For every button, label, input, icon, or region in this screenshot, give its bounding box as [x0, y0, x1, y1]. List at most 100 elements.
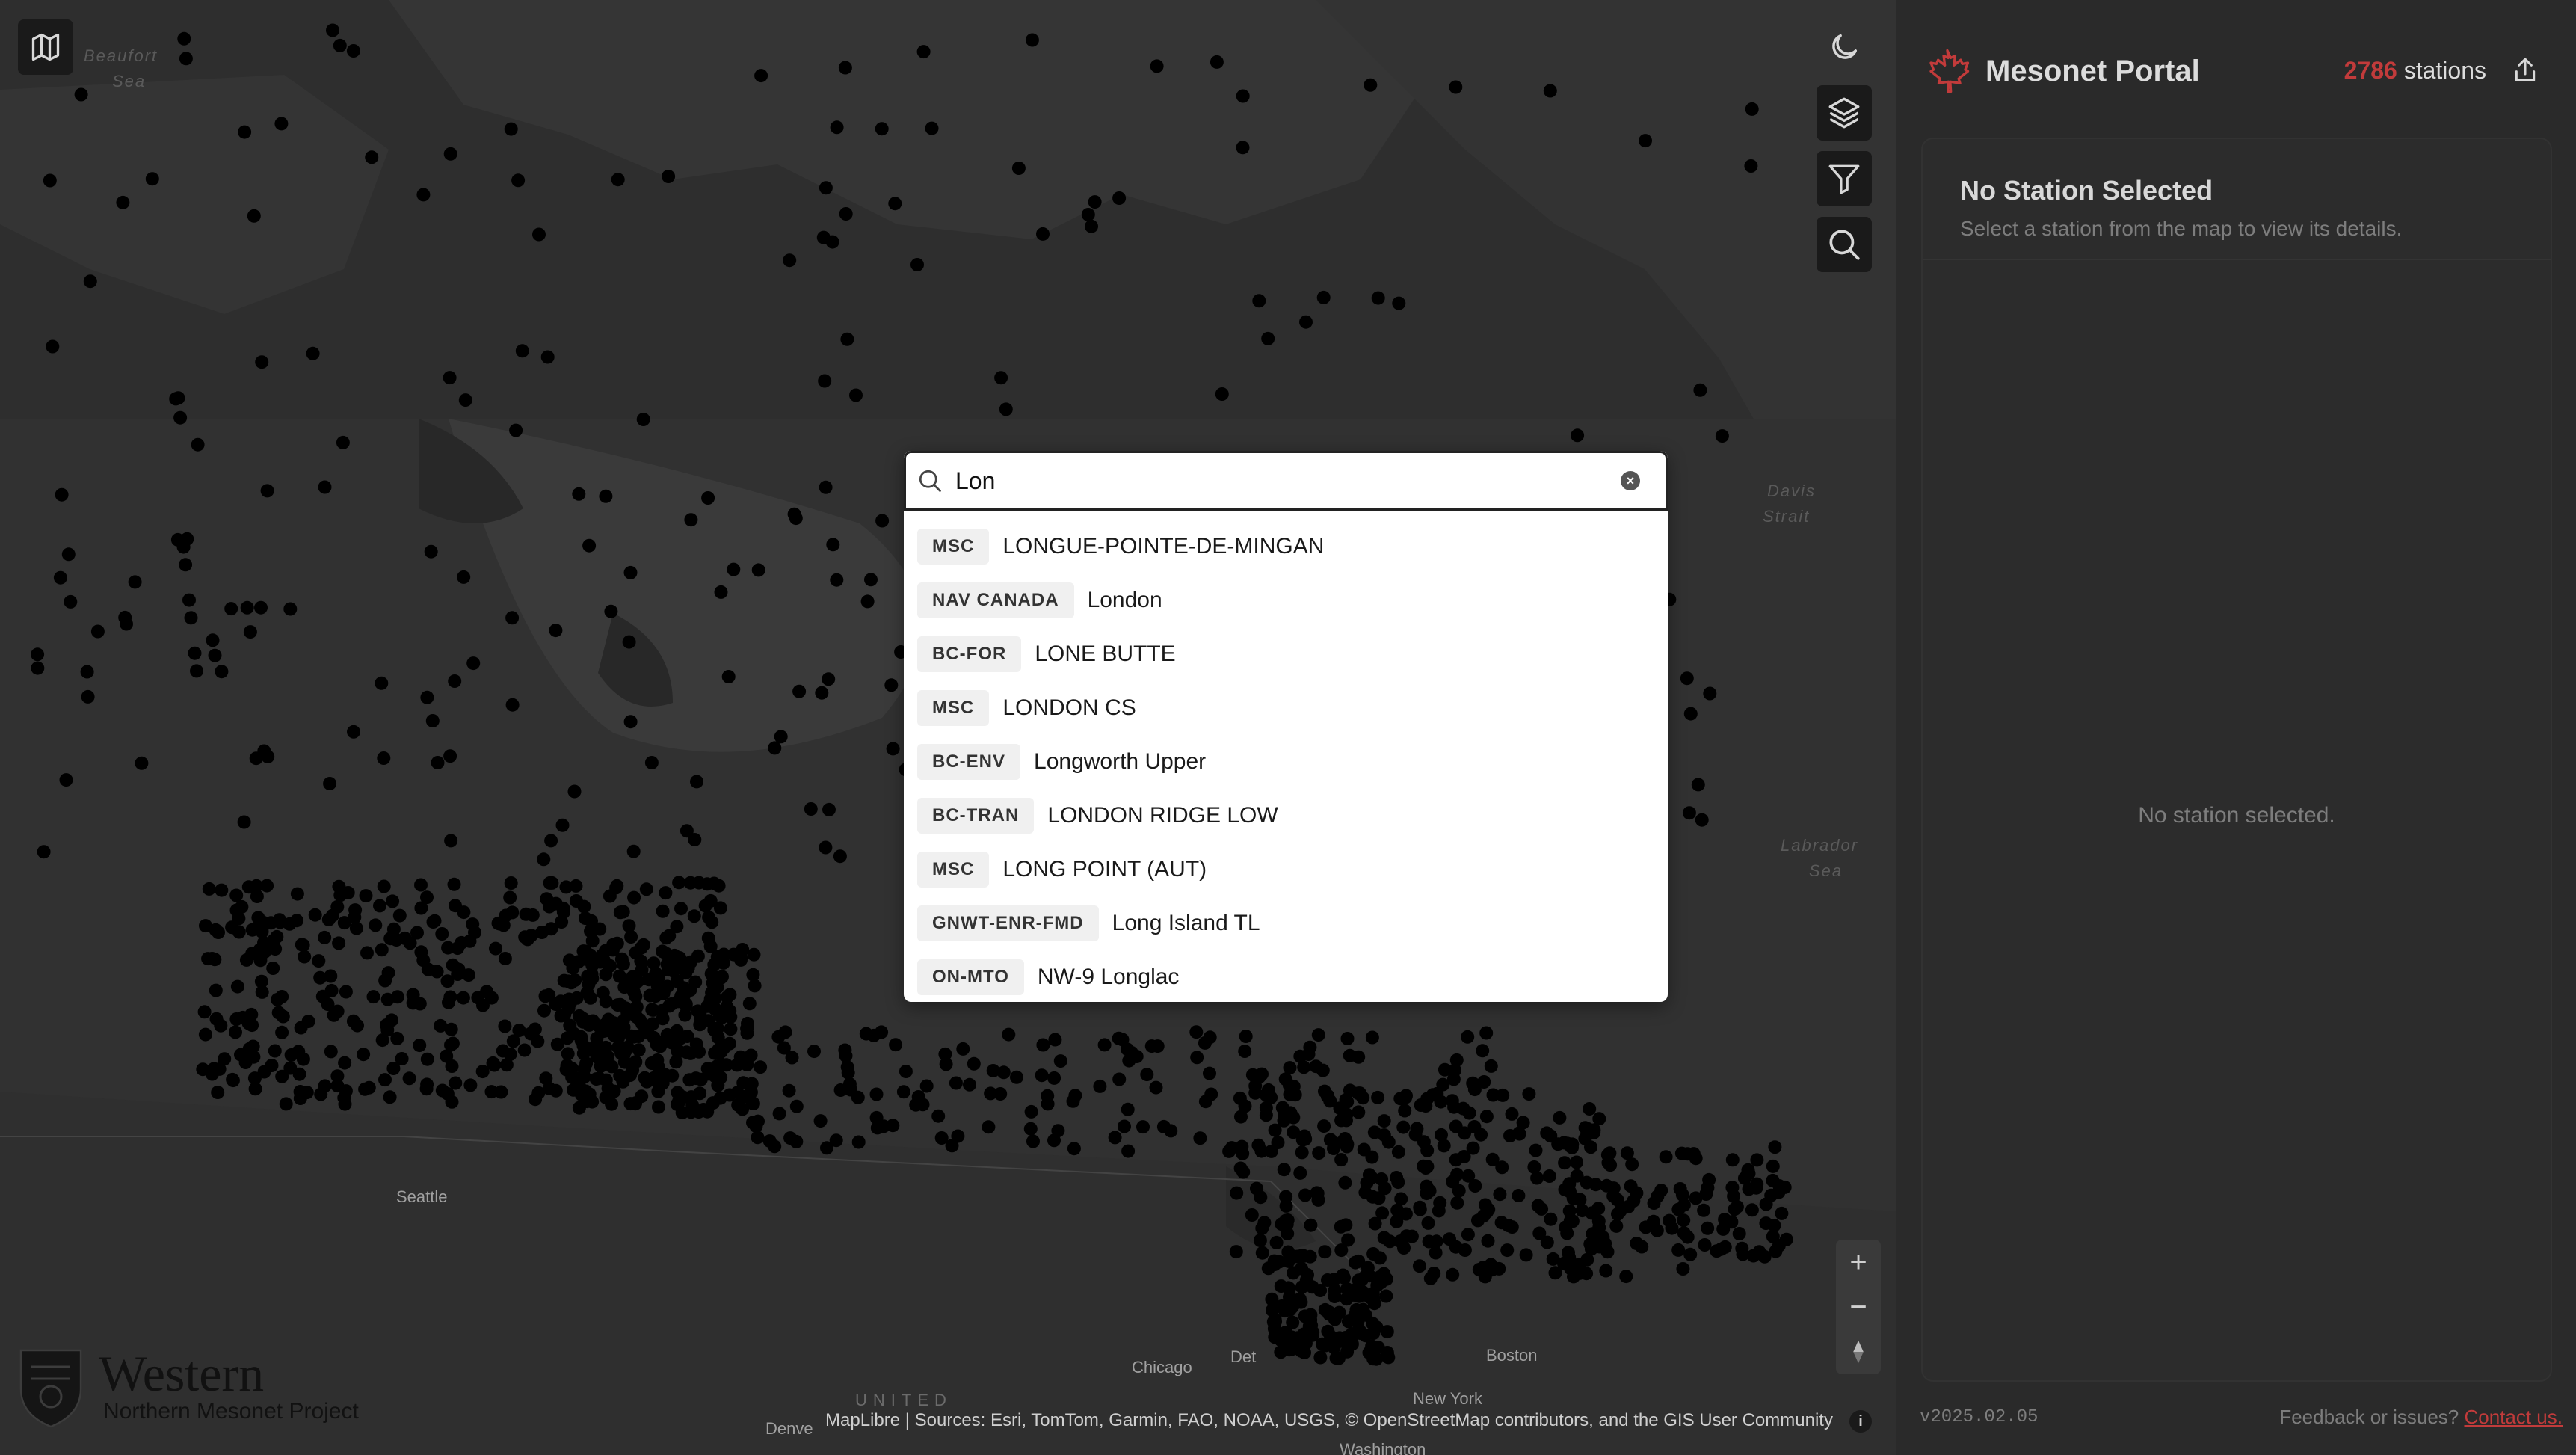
station-marker[interactable]	[792, 684, 807, 698]
station-marker[interactable]	[451, 941, 465, 956]
station-marker[interactable]	[1591, 1202, 1606, 1216]
station-marker[interactable]	[1683, 1247, 1698, 1261]
station-marker[interactable]	[1586, 1227, 1600, 1241]
station-marker[interactable]	[1529, 1143, 1543, 1157]
station-marker[interactable]	[37, 845, 51, 859]
station-marker[interactable]	[440, 1049, 454, 1063]
station-marker[interactable]	[1718, 1213, 1732, 1226]
station-marker[interactable]	[754, 1060, 768, 1074]
station-marker[interactable]	[1313, 1350, 1328, 1365]
station-marker[interactable]	[1328, 1283, 1342, 1297]
station-marker[interactable]	[1766, 1173, 1780, 1187]
station-marker[interactable]	[199, 919, 212, 933]
station-marker[interactable]	[888, 197, 902, 211]
station-marker[interactable]	[1412, 1259, 1426, 1273]
station-marker[interactable]	[413, 1039, 427, 1053]
station-marker[interactable]	[1323, 1133, 1337, 1147]
station-marker[interactable]	[1236, 1146, 1250, 1160]
station-marker[interactable]	[402, 1071, 416, 1086]
station-marker[interactable]	[1759, 1216, 1773, 1231]
station-marker[interactable]	[330, 1004, 345, 1018]
station-marker[interactable]	[1215, 387, 1229, 401]
station-marker[interactable]	[1371, 1090, 1385, 1104]
station-marker[interactable]	[315, 989, 330, 1003]
station-marker[interactable]	[851, 1090, 865, 1104]
station-marker[interactable]	[826, 538, 840, 552]
station-marker[interactable]	[504, 122, 518, 136]
station-marker[interactable]	[543, 899, 556, 914]
station-marker[interactable]	[690, 775, 703, 789]
station-marker[interactable]	[807, 1045, 821, 1059]
station-marker[interactable]	[237, 815, 251, 829]
station-marker[interactable]	[463, 1078, 478, 1092]
station-marker[interactable]	[896, 1085, 910, 1099]
station-marker[interactable]	[783, 253, 797, 268]
station-marker[interactable]	[1041, 1097, 1055, 1111]
station-marker[interactable]	[674, 902, 688, 916]
station-marker[interactable]	[215, 883, 229, 897]
station-marker[interactable]	[1446, 1267, 1460, 1282]
station-marker[interactable]	[1378, 1181, 1392, 1196]
station-marker[interactable]	[229, 888, 244, 902]
station-marker[interactable]	[1236, 89, 1250, 103]
station-marker[interactable]	[1485, 1152, 1500, 1166]
station-marker[interactable]	[532, 227, 546, 242]
station-marker[interactable]	[748, 979, 762, 993]
station-marker[interactable]	[229, 1025, 242, 1039]
station-marker[interactable]	[740, 1026, 754, 1040]
station-marker[interactable]	[214, 1018, 228, 1033]
station-marker[interactable]	[875, 1025, 889, 1039]
station-marker[interactable]	[238, 125, 252, 139]
station-marker[interactable]	[1573, 1193, 1587, 1207]
station-marker[interactable]	[1476, 1209, 1491, 1223]
station-marker[interactable]	[1299, 315, 1313, 329]
station-marker[interactable]	[1421, 1216, 1435, 1230]
station-marker[interactable]	[789, 1099, 804, 1113]
station-marker[interactable]	[672, 1094, 686, 1108]
station-marker[interactable]	[652, 1100, 665, 1114]
station-marker[interactable]	[266, 962, 280, 975]
search-result-item[interactable]: ON-MTO NW-9 Longlac	[904, 950, 1668, 1002]
station-marker[interactable]	[672, 1045, 686, 1059]
station-marker[interactable]	[1245, 1208, 1259, 1222]
station-marker[interactable]	[61, 547, 76, 562]
station-marker[interactable]	[1512, 1189, 1526, 1202]
station-marker[interactable]	[443, 749, 457, 763]
station-marker[interactable]	[362, 1080, 376, 1095]
station-marker[interactable]	[420, 1052, 434, 1066]
station-marker[interactable]	[771, 1030, 786, 1044]
station-marker[interactable]	[1248, 1079, 1263, 1093]
station-marker[interactable]	[1766, 1159, 1780, 1173]
station-marker[interactable]	[1757, 1249, 1772, 1264]
station-marker[interactable]	[1293, 1166, 1307, 1180]
station-marker[interactable]	[627, 890, 641, 905]
station-marker[interactable]	[1365, 1150, 1379, 1164]
station-marker[interactable]	[1383, 1234, 1397, 1249]
station-marker[interactable]	[385, 1013, 398, 1027]
station-marker[interactable]	[1275, 1217, 1289, 1231]
station-marker[interactable]	[745, 1077, 759, 1091]
station-marker[interactable]	[1380, 1325, 1394, 1339]
station-marker[interactable]	[1048, 1033, 1062, 1047]
share-icon[interactable]	[2510, 55, 2540, 85]
station-marker[interactable]	[1542, 1169, 1556, 1183]
station-marker[interactable]	[1377, 1114, 1391, 1128]
station-marker[interactable]	[1299, 1273, 1313, 1288]
station-marker[interactable]	[1677, 1226, 1691, 1240]
station-marker[interactable]	[1462, 1106, 1476, 1120]
station-marker[interactable]	[283, 602, 298, 616]
station-marker[interactable]	[540, 350, 555, 364]
station-marker[interactable]	[1496, 1088, 1510, 1102]
station-marker[interactable]	[83, 274, 97, 289]
station-marker[interactable]	[380, 992, 395, 1006]
station-marker[interactable]	[1744, 159, 1758, 173]
station-marker[interactable]	[734, 951, 748, 965]
station-marker[interactable]	[346, 44, 360, 58]
station-marker[interactable]	[1334, 1153, 1349, 1167]
station-marker[interactable]	[899, 1065, 913, 1078]
station-marker[interactable]	[566, 961, 580, 975]
station-marker[interactable]	[819, 181, 833, 195]
station-marker[interactable]	[570, 991, 584, 1005]
station-marker[interactable]	[605, 1059, 619, 1074]
station-marker[interactable]	[572, 1101, 586, 1115]
